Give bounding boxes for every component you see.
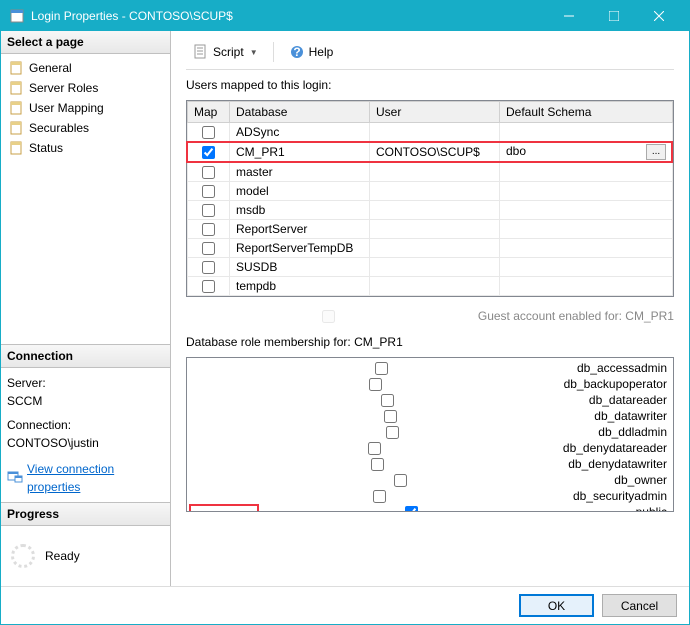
role-item[interactable]: db_datawriter (189, 408, 671, 424)
role-item[interactable]: db_datareader (189, 392, 671, 408)
server-label: Server: (7, 374, 164, 392)
users-mapped-label: Users mapped to this login: (186, 78, 674, 92)
footer: OK Cancel (1, 586, 689, 624)
role-checkbox[interactable] (386, 426, 399, 439)
page-list: GeneralServer RolesUser MappingSecurable… (5, 58, 166, 158)
properties-icon (7, 469, 23, 488)
maximize-button[interactable] (591, 1, 636, 31)
page-icon (9, 80, 25, 96)
role-item[interactable]: public (189, 504, 671, 512)
col-user[interactable]: User (370, 102, 500, 123)
map-checkbox[interactable] (202, 204, 215, 217)
connection-label: Connection: (7, 416, 164, 434)
help-button[interactable]: ? Help (282, 41, 341, 63)
page-icon (9, 120, 25, 136)
app-icon (9, 8, 25, 24)
page-securables[interactable]: Securables (5, 118, 166, 138)
page-status[interactable]: Status (5, 138, 166, 158)
user-mapping-grid[interactable]: Map Database User Default Schema ADSyncC… (186, 100, 674, 297)
minimize-button[interactable] (546, 1, 591, 31)
page-icon (9, 60, 25, 76)
role-item[interactable]: db_denydatareader (189, 440, 671, 456)
table-row[interactable]: SUSDB (188, 258, 673, 277)
page-icon (9, 100, 25, 116)
table-row[interactable]: ADSync (188, 123, 673, 142)
svg-text:?: ? (293, 45, 300, 59)
help-icon: ? (289, 44, 305, 60)
dropdown-arrow-icon: ▼ (250, 48, 258, 57)
table-row[interactable]: model (188, 182, 673, 201)
map-checkbox[interactable] (202, 185, 215, 198)
titlebar: Login Properties - CONTOSO\SCUP$ (1, 1, 689, 31)
role-checkbox[interactable] (384, 410, 397, 423)
progress-header: Progress (1, 503, 170, 526)
page-icon (9, 140, 25, 156)
toolbar: Script ▼ ? Help (186, 41, 674, 70)
role-item[interactable]: db_accessadmin (189, 360, 671, 376)
page-server-roles[interactable]: Server Roles (5, 78, 166, 98)
progress-status: Ready (45, 549, 80, 563)
col-map[interactable]: Map (188, 102, 230, 123)
role-checkbox[interactable] (381, 394, 394, 407)
table-row[interactable]: CM_PR1CONTOSO\SCUP$dbo... (188, 142, 673, 163)
select-page-header: Select a page (1, 31, 170, 54)
ellipsis-button[interactable]: ... (646, 144, 666, 160)
map-checkbox[interactable] (202, 166, 215, 179)
role-item[interactable]: db_denydatawriter (189, 456, 671, 472)
map-checkbox[interactable] (202, 223, 215, 236)
map-checkbox[interactable] (202, 280, 215, 293)
map-checkbox[interactable] (202, 242, 215, 255)
view-connection-properties-link[interactable]: View connection properties (7, 460, 164, 496)
role-checkbox[interactable] (368, 442, 381, 455)
table-row[interactable]: ReportServer (188, 220, 673, 239)
role-checkbox[interactable] (371, 458, 384, 471)
ok-button[interactable]: OK (519, 594, 594, 617)
role-checkbox[interactable] (375, 362, 388, 375)
role-membership-label: Database role membership for: CM_PR1 (186, 335, 674, 349)
page-general[interactable]: General (5, 58, 166, 78)
page-user-mapping[interactable]: User Mapping (5, 98, 166, 118)
server-value: SCCM (7, 392, 164, 410)
table-row[interactable]: ReportServerTempDB (188, 239, 673, 258)
role-item[interactable]: db_backupoperator (189, 376, 671, 392)
role-checkbox[interactable] (394, 474, 407, 487)
col-database[interactable]: Database (230, 102, 370, 123)
map-checkbox[interactable] (202, 146, 215, 159)
role-item[interactable]: db_owner (189, 472, 671, 488)
guest-account-row: Guest account enabled for: CM_PR1 (186, 305, 674, 327)
script-icon (193, 44, 209, 60)
close-button[interactable] (636, 1, 681, 31)
map-checkbox[interactable] (202, 126, 215, 139)
cancel-button[interactable]: Cancel (602, 594, 677, 617)
script-button[interactable]: Script ▼ (186, 41, 265, 63)
guest-checkbox (322, 310, 335, 323)
progress-spinner-icon (11, 544, 35, 568)
window-title: Login Properties - CONTOSO\SCUP$ (31, 9, 546, 23)
role-item[interactable]: db_ddladmin (189, 424, 671, 440)
col-schema[interactable]: Default Schema (500, 102, 673, 123)
right-panel: Script ▼ ? Help Users mapped to this log… (171, 31, 689, 586)
left-panel: Select a page GeneralServer RolesUser Ma… (1, 31, 171, 586)
table-row[interactable]: master (188, 163, 673, 182)
connection-header: Connection (1, 345, 170, 368)
role-checkbox[interactable] (405, 506, 418, 513)
table-row[interactable]: tempdb (188, 277, 673, 296)
connection-value: CONTOSO\justin (7, 434, 164, 452)
role-checkbox[interactable] (369, 378, 382, 391)
map-checkbox[interactable] (202, 261, 215, 274)
table-row[interactable]: msdb (188, 201, 673, 220)
role-item[interactable]: db_securityadmin (189, 488, 671, 504)
role-membership-list[interactable]: db_accessadmindb_backupoperatordb_datare… (186, 357, 674, 512)
role-checkbox[interactable] (373, 490, 386, 503)
